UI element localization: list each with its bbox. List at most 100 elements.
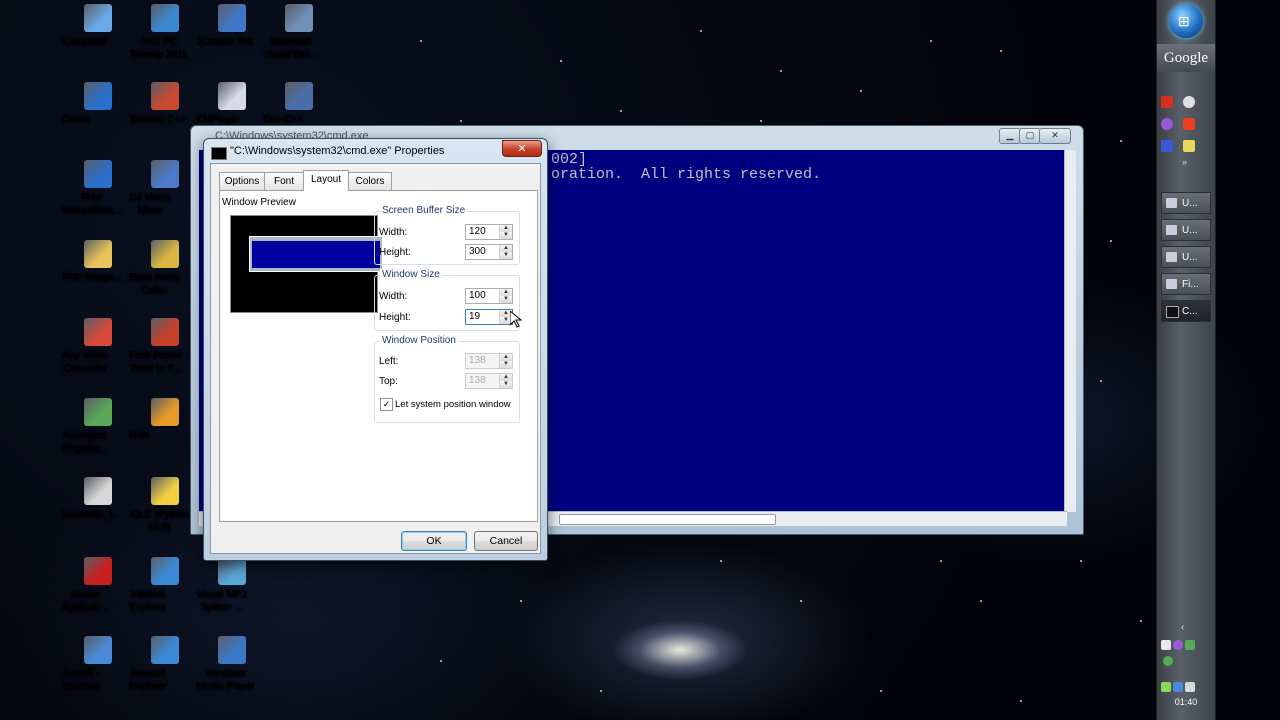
tray-icon[interactable] bbox=[1173, 640, 1183, 650]
chevron-left-icon[interactable]: ‹ bbox=[1181, 622, 1184, 633]
desktop-icon[interactable]: AVG PC Tuneup 2011 bbox=[129, 4, 201, 60]
window-position-title: Window Position bbox=[380, 335, 458, 346]
minimize-button[interactable]: ▁ bbox=[999, 128, 1021, 144]
windows-sidebar: ⊞ Google » U... U... U... Fi... C... ‹ 0… bbox=[1156, 0, 1216, 720]
spin-up-icon[interactable]: ▲ bbox=[500, 354, 512, 361]
desktop-icon[interactable]: Microsoft Visual Bas... bbox=[263, 4, 335, 60]
spin-down-icon[interactable]: ▼ bbox=[500, 381, 512, 388]
app-icon[interactable] bbox=[1161, 118, 1173, 130]
desktop-icon-label: Windows Media Player bbox=[196, 668, 255, 692]
desktop-icon[interactable]: PDF Merge... bbox=[62, 240, 134, 283]
stepper-buttons: ▲ ▼ bbox=[499, 354, 512, 368]
position-top-value: 138 bbox=[469, 375, 486, 386]
app-icon bbox=[151, 398, 179, 426]
desktop-icon-label: Auslogics Registry... bbox=[62, 430, 107, 454]
tray-icon[interactable] bbox=[1163, 656, 1173, 666]
dialog-close-button[interactable]: ✕ bbox=[502, 140, 542, 157]
taskbar-item[interactable]: U... bbox=[1161, 192, 1211, 214]
taskbar-item-cmd[interactable]: C... bbox=[1161, 300, 1211, 322]
taskbar-item[interactable]: Fi... bbox=[1161, 273, 1211, 295]
folder-icon bbox=[1166, 279, 1177, 289]
cmd-close-button[interactable]: ✕ bbox=[1039, 128, 1071, 144]
pdf-icon[interactable] bbox=[1161, 96, 1173, 108]
buffer-height-stepper[interactable]: 300 ▲ ▼ bbox=[465, 244, 513, 260]
maximize-button[interactable]: ▢ bbox=[1019, 128, 1041, 144]
spin-up-icon[interactable]: ▲ bbox=[500, 289, 512, 296]
desktop-icon[interactable]: JCreator Pro bbox=[196, 4, 268, 47]
desktop-icon[interactable]: burpsuite_f... bbox=[62, 477, 134, 520]
console-icon bbox=[1166, 306, 1179, 318]
network-icon[interactable] bbox=[1161, 682, 1171, 692]
clock: 01:40 bbox=[1174, 697, 1198, 707]
tray-icon[interactable] bbox=[1173, 682, 1183, 692]
tab-font[interactable]: Font bbox=[264, 172, 304, 190]
scrollbar-thumb[interactable] bbox=[559, 514, 776, 525]
window-width-label: Width: bbox=[379, 291, 408, 302]
desktop-icon[interactable]: Free NaturalRea... bbox=[62, 160, 134, 216]
spin-up-icon[interactable]: ▲ bbox=[500, 225, 512, 232]
window-width-stepper[interactable]: 100 ▲ ▼ bbox=[465, 288, 513, 304]
app-icon bbox=[151, 557, 179, 585]
app-icon[interactable] bbox=[1161, 140, 1173, 152]
volume-icon[interactable] bbox=[1185, 682, 1195, 692]
taskbar-item[interactable]: U... bbox=[1161, 219, 1211, 241]
position-left-stepper[interactable]: 138 ▲ ▼ bbox=[465, 353, 513, 369]
window-icon bbox=[1166, 198, 1177, 208]
desktop-icon[interactable]: Computer bbox=[62, 4, 134, 47]
spin-down-icon[interactable]: ▼ bbox=[500, 296, 512, 303]
tab-colors[interactable]: Colors bbox=[348, 172, 392, 190]
desktop-icon[interactable]: Visual MP3 Splitter ... bbox=[196, 557, 268, 613]
mouse-cursor-icon bbox=[510, 311, 522, 328]
app-icon bbox=[218, 82, 246, 110]
taskbar-item-label: U... bbox=[1182, 252, 1198, 263]
app-icon bbox=[84, 318, 112, 346]
tab-options[interactable]: Options bbox=[219, 172, 265, 190]
tray-icon[interactable] bbox=[1161, 640, 1171, 650]
star bbox=[980, 600, 982, 602]
desktop-icon[interactable]: Dev-C++ bbox=[263, 82, 335, 125]
spin-down-icon[interactable]: ▼ bbox=[500, 232, 512, 239]
buffer-width-stepper[interactable]: 120 ▲ ▼ bbox=[465, 224, 513, 240]
position-top-stepper[interactable]: 138 ▲ ▼ bbox=[465, 373, 513, 389]
desktop-icon-label: Any Video Converter bbox=[62, 350, 108, 374]
tray-icon[interactable] bbox=[1185, 640, 1195, 650]
taskbar-item[interactable]: U... bbox=[1161, 246, 1211, 268]
desktop-icon[interactable]: Internet Explorer bbox=[129, 557, 201, 613]
dialog-body: Options Font Layout Colors Window Previe… bbox=[210, 163, 541, 554]
tab-layout[interactable]: Layout bbox=[303, 170, 349, 191]
desktop-icon[interactable]: KMPlayer bbox=[196, 82, 268, 125]
desktop-icon[interactable]: Auslogics Registry... bbox=[62, 398, 134, 454]
star bbox=[1100, 380, 1102, 382]
cancel-button[interactable]: Cancel bbox=[474, 531, 538, 551]
desktop-icon-label: AVG PC Tuneup 2011 bbox=[129, 36, 187, 60]
desktop-icon[interactable]: ZoomIt - Shortcut bbox=[62, 636, 134, 692]
spin-up-icon[interactable]: ▲ bbox=[500, 245, 512, 252]
app-icon bbox=[151, 636, 179, 664]
star bbox=[600, 690, 602, 692]
desktop-icon-label: iTalk bbox=[129, 430, 150, 441]
desktop-icon[interactable]: Windows Media Player bbox=[196, 636, 268, 692]
vertical-scrollbar[interactable] bbox=[1064, 150, 1076, 512]
tool-icon[interactable] bbox=[1183, 96, 1195, 108]
pencil-icon[interactable] bbox=[1183, 118, 1195, 130]
start-orb-icon[interactable]: ⊞ bbox=[1169, 4, 1203, 38]
let-system-position-checkbox[interactable]: ✓ bbox=[380, 398, 393, 411]
chevron-down-icon[interactable]: » bbox=[1182, 157, 1187, 167]
spin-down-icon[interactable]: ▼ bbox=[500, 361, 512, 368]
spin-down-icon[interactable]: ▼ bbox=[500, 252, 512, 259]
desktop-icon[interactable]: Demo bbox=[62, 82, 134, 125]
properties-dialog[interactable]: "C:\Windows\system32\cmd.exe" Properties… bbox=[203, 138, 548, 561]
spin-up-icon[interactable]: ▲ bbox=[500, 374, 512, 381]
desktop-icon[interactable]: Internet Explorer bbox=[129, 636, 201, 692]
desktop-icon-label: Adobe Applicati... bbox=[62, 589, 109, 613]
app-icon bbox=[84, 636, 112, 664]
ok-button[interactable]: OK bbox=[401, 531, 467, 551]
window-height-stepper[interactable]: 19 ▲ ▼ bbox=[465, 309, 513, 325]
pen-icon[interactable] bbox=[1183, 140, 1195, 152]
desktop-icon[interactable]: Adobe Applicati... bbox=[62, 557, 134, 613]
desktop-icon[interactable]: Any Video Converter bbox=[62, 318, 134, 374]
desktop-icon[interactable]: Borland C++ bbox=[129, 82, 201, 125]
desktop-icon-label: Computer bbox=[62, 36, 106, 47]
windows-flag-icon: ⊞ bbox=[1178, 13, 1190, 29]
google-gadget[interactable]: Google bbox=[1157, 44, 1215, 72]
